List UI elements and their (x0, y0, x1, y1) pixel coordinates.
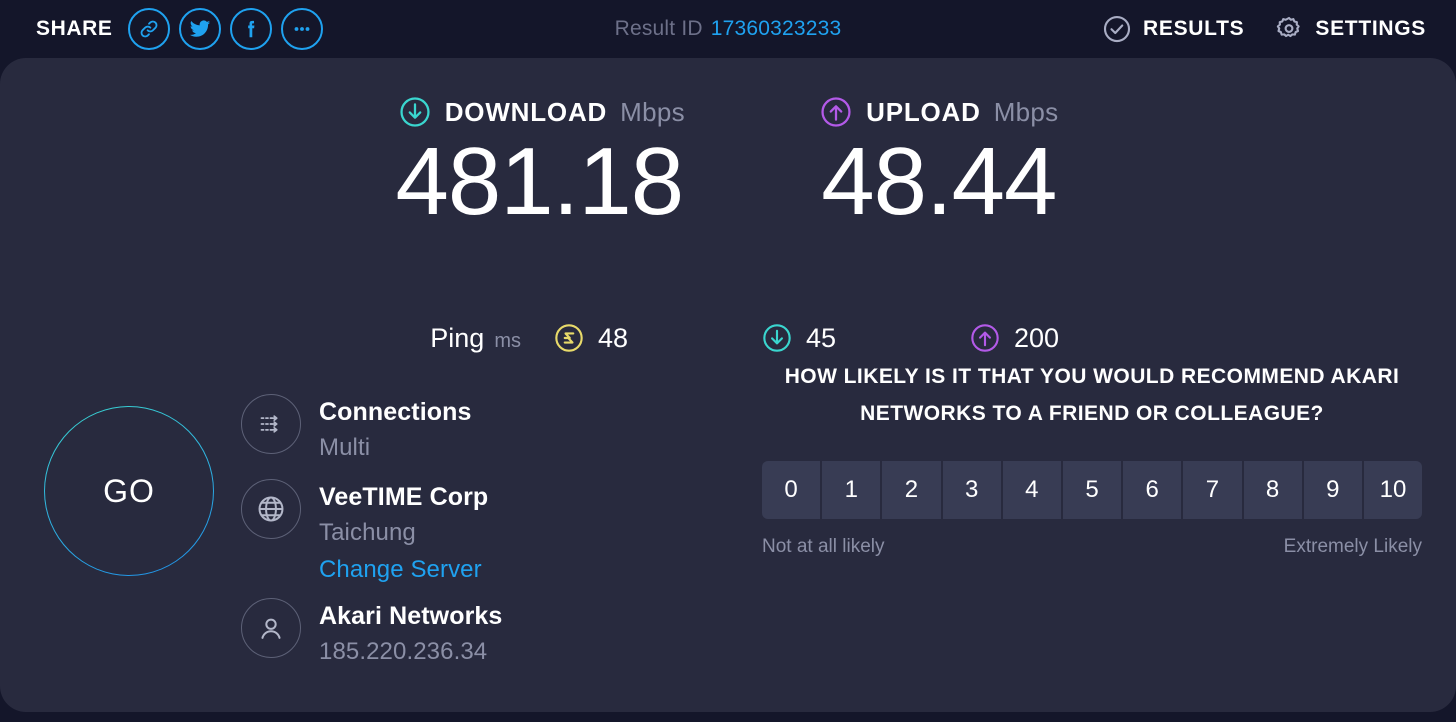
nps-option-7[interactable]: 7 (1183, 460, 1242, 519)
download-arrow-icon (761, 322, 793, 354)
nps-option-5[interactable]: 5 (1062, 460, 1122, 519)
isp-name: Akari Networks (319, 602, 503, 631)
go-button-label: GO (103, 472, 155, 509)
nps-option-8[interactable]: 8 (1243, 460, 1302, 519)
server-text: VeeTIME Corp Taichung Change Server (319, 479, 488, 586)
ping-text: Ping (430, 322, 485, 353)
go-button[interactable]: GO (44, 406, 214, 576)
share-facebook-icon[interactable] (229, 8, 272, 50)
server-row: VeeTIME Corp Taichung Change Server (241, 479, 621, 586)
server-location: Taichung (319, 518, 416, 546)
connections-row: Connections Multi (241, 394, 621, 463)
globe-icon (241, 479, 301, 540)
change-server-link[interactable]: Change Server (319, 554, 482, 586)
upload-header: UPLOAD Mbps (819, 92, 1058, 132)
nps-option-6[interactable]: 6 (1123, 460, 1182, 519)
download-unit: Mbps (620, 96, 685, 127)
upload-title: UPLOAD (866, 96, 981, 127)
results-button[interactable]: RESULTS (1102, 14, 1244, 44)
ping-label: Ping ms (311, 323, 521, 354)
download-title: DOWNLOAD (444, 96, 608, 127)
connections-icon (241, 394, 301, 454)
idle-latency-stat: 48 (553, 322, 729, 354)
person-icon (241, 598, 301, 659)
share-link-icon[interactable] (127, 8, 170, 50)
nps-option-3[interactable]: 3 (942, 460, 1001, 519)
upload-latency-stat: 200 (969, 322, 1145, 354)
share-group: SHARE (36, 0, 323, 58)
gear-icon (1274, 14, 1304, 44)
upload-arrow-icon (819, 95, 853, 129)
upload-result: UPLOAD Mbps 48.44 (819, 92, 1058, 235)
nps-legend: Not at all likely Extremely Likely (762, 536, 1422, 558)
nps-option-1[interactable]: 1 (822, 460, 881, 519)
nps-option-10[interactable]: 10 (1363, 460, 1423, 519)
results-panel: DOWNLOAD Mbps 481.18 UPLOAD Mbps 48.44 P (0, 58, 1456, 712)
isp-row: Akari Networks 185.220.236.34 (241, 598, 621, 667)
connections-title: Connections (319, 398, 472, 426)
settings-label: SETTINGS (1315, 17, 1426, 40)
ping-unit: ms (494, 329, 521, 352)
nps-question: HOW LIKELY IS IT THAT YOU WOULD RECOMMEN… (784, 365, 1400, 426)
speed-results: DOWNLOAD Mbps 481.18 UPLOAD Mbps 48.44 (0, 92, 1456, 235)
download-latency-value: 45 (806, 322, 837, 353)
app-header: SHARE Result ID 17360323233 RESULTS SETT… (0, 0, 1456, 58)
nps-option-2[interactable]: 2 (882, 460, 941, 519)
server-name: VeeTIME Corp (319, 483, 489, 512)
nps-low-label: Not at all likely (762, 535, 885, 557)
connection-info: Connections Multi VeeTIME Corp Taichung … (241, 394, 621, 683)
upload-latency-value: 200 (1014, 322, 1060, 353)
download-latency-stat: 45 (761, 322, 937, 354)
download-arrow-icon (398, 95, 432, 129)
result-id-value[interactable]: 17360323233 (711, 17, 842, 41)
share-more-icon[interactable] (280, 8, 323, 50)
share-twitter-icon[interactable] (178, 8, 221, 50)
connections-sub: Multi (319, 433, 371, 461)
download-result: DOWNLOAD Mbps 481.18 (395, 92, 686, 235)
nps-option-4[interactable]: 4 (1002, 460, 1061, 519)
nps-scale: 0 1 2 3 4 5 6 7 8 9 10 (762, 460, 1423, 519)
download-header: DOWNLOAD Mbps (398, 92, 685, 132)
check-circle-icon (1102, 14, 1132, 44)
isp-text: Akari Networks 185.220.236.34 (319, 598, 502, 667)
header-nav: RESULTS SETTINGS (1102, 0, 1426, 58)
download-value: 481.18 (395, 128, 685, 235)
upload-value: 48.44 (821, 128, 1057, 235)
settings-button[interactable]: SETTINGS (1274, 14, 1426, 44)
share-label: SHARE (36, 17, 113, 40)
nps-option-9[interactable]: 9 (1303, 460, 1362, 519)
nps-high-label: Extremely Likely (1283, 535, 1422, 557)
upload-arrow-icon (969, 322, 1001, 354)
idle-latency-value: 48 (598, 322, 629, 353)
connections-text: Connections Multi (319, 394, 472, 463)
upload-unit: Mbps (993, 96, 1059, 127)
latency-icon (553, 322, 585, 354)
ping-row: Ping ms 48 45 200 (0, 322, 1456, 354)
nps-option-0[interactable]: 0 (762, 460, 821, 519)
go-button-wrap: GO (44, 406, 214, 576)
isp-ip: 185.220.236.34 (319, 637, 488, 665)
results-label: RESULTS (1143, 17, 1245, 40)
result-id-label: Result ID (614, 17, 703, 40)
nps-survey: HOW LIKELY IS IT THAT YOU WOULD RECOMMEN… (762, 358, 1423, 558)
